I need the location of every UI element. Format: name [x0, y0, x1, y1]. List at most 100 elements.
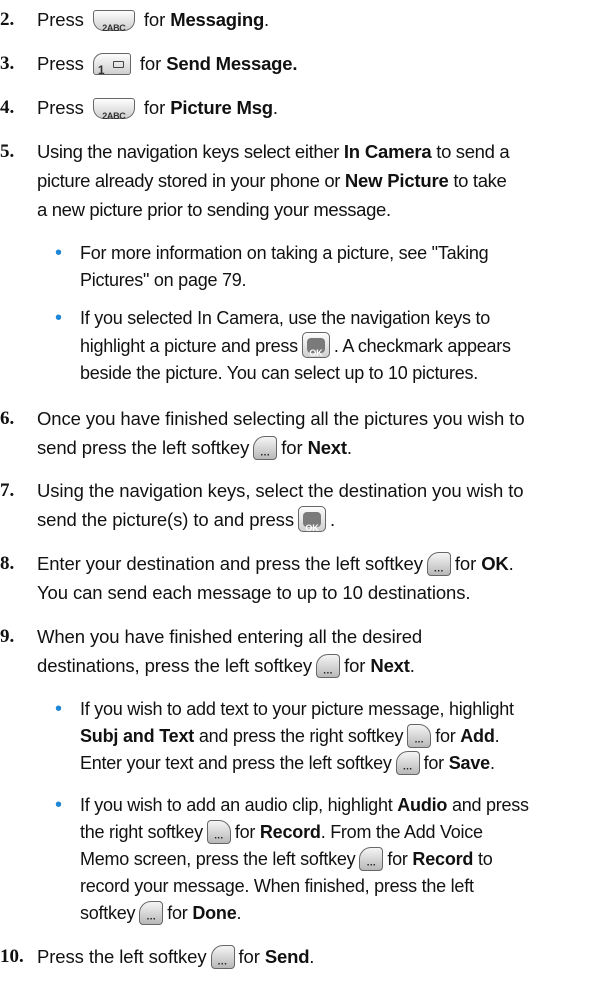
step-text: .	[309, 946, 315, 967]
step-text: Press the left softkey	[37, 946, 207, 967]
left-softkey-icon: ···	[359, 847, 384, 871]
bullet-text: If you wish to add an audio clip, highli…	[80, 795, 398, 815]
step-5: 5. Using the navigation keys select eith…	[0, 137, 592, 224]
option-record: Record	[412, 849, 474, 869]
option-next: Next	[307, 437, 348, 458]
bullet-text: to	[473, 849, 493, 869]
bullet-dot-icon: •	[55, 242, 63, 264]
step-text: for	[143, 97, 166, 118]
step-text: Using the navigation keys, select the de…	[37, 480, 524, 501]
step-4: 4. Press 2ABC for Picture Msg.	[0, 93, 592, 122]
option-audio: Audio	[397, 795, 448, 815]
step-text: for	[344, 655, 366, 676]
bullet-text: the right softkey	[80, 822, 203, 842]
option-next: Next	[370, 655, 410, 676]
bullet-text: . A checkmark appears	[333, 336, 511, 356]
step-text: send press the left softkey	[37, 437, 250, 458]
left-softkey-icon: ···	[139, 901, 164, 925]
step-number: 6.	[0, 408, 15, 429]
right-softkey-icon: ···	[206, 820, 231, 844]
step-number: 3.	[0, 53, 15, 74]
menu-option-picture-msg: Picture Msg	[170, 97, 273, 118]
step-number: 10.	[0, 946, 24, 967]
step-number: 8.	[0, 553, 15, 574]
option-send: Send	[264, 946, 310, 967]
bullet-text: .	[489, 753, 495, 773]
bullet-dot-icon: •	[55, 794, 63, 816]
bullet-text: If you selected In Camera, use the navig…	[80, 308, 490, 328]
bullet-text: Pictures" on page 79.	[80, 270, 247, 290]
bullet-item: • If you selected In Camera, use the nav…	[55, 305, 591, 387]
step-number: 5.	[0, 141, 15, 162]
step-text: for	[143, 9, 166, 30]
left-softkey-icon: ···	[426, 552, 451, 577]
bullet-text: for	[387, 849, 408, 869]
left-softkey-icon: ···	[210, 945, 235, 970]
step-number: 9.	[0, 626, 15, 647]
left-softkey-icon: ···	[395, 751, 420, 775]
step-text: to take	[448, 170, 507, 191]
bullet-text: and press	[447, 795, 529, 815]
step-text: When you have finished entering all the …	[37, 626, 423, 647]
step-text: .	[508, 553, 514, 574]
key-2abc-icon: 2ABC	[92, 98, 135, 121]
bullet-dot-icon: •	[55, 698, 63, 720]
step-9: 9. When you have finished entering all t…	[0, 622, 592, 680]
step-text: .	[272, 97, 278, 118]
step-number: 4.	[0, 97, 15, 118]
menu-ok-key-icon: OK	[301, 332, 330, 358]
step-number: 7.	[0, 480, 15, 501]
left-softkey-icon: ···	[253, 436, 278, 461]
step-text: for	[139, 53, 162, 74]
key-1-message-icon: 1	[92, 53, 131, 77]
step-text: send the picture(s) to and press	[37, 509, 294, 530]
step-7: 7. Using the navigation keys, select the…	[0, 476, 592, 534]
option-save: Save	[448, 753, 490, 773]
bullet-text: If you wish to add text to your picture …	[80, 699, 514, 719]
option-record: Record	[259, 822, 321, 842]
step-text: .	[409, 655, 415, 676]
step-text: .	[329, 509, 336, 530]
step-text: .	[346, 437, 352, 458]
bullet-text: and press the right softkey	[194, 726, 404, 746]
step-2: 2. Press 2ABC for Messaging.	[0, 5, 592, 34]
step-text: Press	[37, 97, 84, 118]
step-text: for	[454, 553, 477, 574]
bullet-text: .	[236, 903, 242, 923]
bullet-dot-icon: •	[55, 307, 63, 329]
bullet-text: .	[494, 726, 500, 746]
right-softkey-icon: ···	[407, 724, 432, 748]
bullet-text: For more information on taking a picture…	[80, 243, 489, 263]
step-number: 2.	[0, 9, 15, 30]
step-6: 6. Once you have finished selecting all …	[0, 404, 592, 462]
step-text: Enter your destination and press the lef…	[37, 553, 423, 574]
bullet-text: for	[423, 753, 445, 773]
bullet-text: highlight a picture and press	[80, 336, 298, 356]
bullet-text: Memo screen, press the left softkey	[80, 849, 356, 869]
bullet-item: • If you wish to add text to your pictur…	[55, 696, 591, 777]
menu-option-send-message: Send Message.	[166, 53, 298, 74]
option-ok: OK	[481, 553, 509, 574]
bullet-item: • If you wish to add an audio clip, high…	[55, 792, 591, 927]
step-text: picture already stored in your phone or	[37, 170, 345, 191]
menu-option-messaging: Messaging	[170, 9, 265, 30]
bullet-text: for	[234, 822, 256, 842]
step-text: Using the navigation keys select either	[37, 141, 344, 162]
option-subj-and-text: Subj and Text	[80, 726, 195, 746]
option-done: Done	[192, 903, 237, 923]
step-text: for	[281, 437, 303, 458]
bullet-text: Enter your text and press the left softk…	[80, 753, 392, 773]
option-add: Add	[460, 726, 495, 746]
menu-ok-key-icon: OK	[297, 506, 326, 533]
step-text: a new picture prior to sending your mess…	[37, 199, 391, 220]
step-text: Press	[37, 53, 84, 74]
option-in-camera: In Camera	[343, 141, 432, 162]
step-text: Once you have finished selecting all the…	[37, 408, 525, 429]
bullet-text: record your message. When finished, pres…	[80, 876, 474, 896]
step-text: Press	[37, 9, 84, 30]
step-10: 10. Press the left softkey ··· for Send.	[0, 942, 592, 971]
step-text: You can send each message to up to 10 de…	[37, 582, 471, 603]
manual-page: 2. Press 2ABC for Messaging. 3. Press 1 …	[0, 0, 600, 981]
step-text: .	[264, 9, 270, 30]
key-2abc-icon: 2ABC	[92, 10, 135, 33]
